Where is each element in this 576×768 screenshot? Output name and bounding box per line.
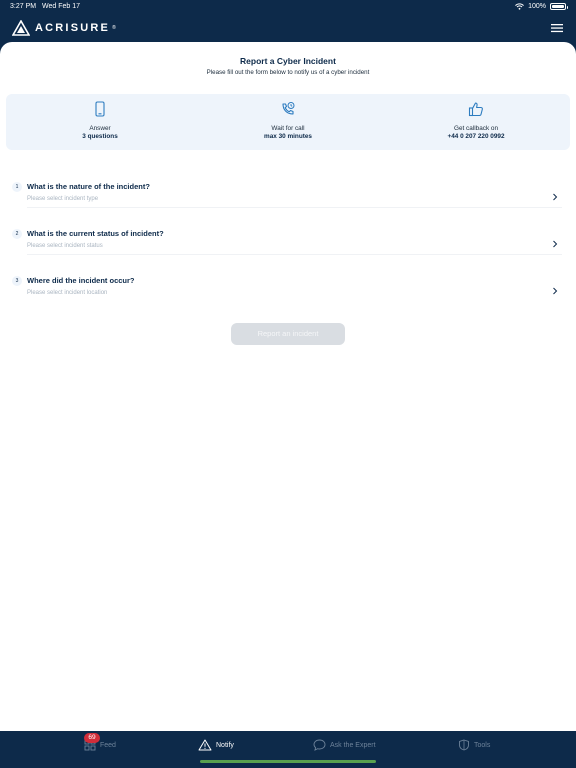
report-form-card: Report a Cyber Incident Please fill out … <box>0 42 576 731</box>
divider <box>27 207 562 208</box>
battery-percent: 100% <box>528 3 546 10</box>
phone-call-icon <box>282 102 295 115</box>
question-title: What is the current status of incident? <box>27 229 164 238</box>
incident-location-select[interactable]: Please select incident location <box>27 290 107 296</box>
tab-notify[interactable]: Notify <box>198 739 234 751</box>
chat-bubble-icon <box>313 739 326 751</box>
logo-mark-icon <box>12 20 30 36</box>
report-incident-button[interactable]: Report an incident <box>231 323 345 345</box>
info-wait-label: Wait for call <box>271 125 305 132</box>
status-date: Wed Feb 17 <box>42 3 81 10</box>
acrisure-logo[interactable]: ACRISURE ® <box>12 20 116 36</box>
info-wait-value: max 30 minutes <box>264 133 312 140</box>
info-wait: Wait for call max 30 minutes <box>194 94 382 150</box>
incident-type-select[interactable]: Please select incident type <box>27 196 98 202</box>
thumbs-up-icon <box>468 102 483 117</box>
question-incident-type[interactable]: 1 What is the nature of the incident? Pl… <box>12 179 562 219</box>
question-title: Where did the incident occur? <box>27 276 135 285</box>
divider <box>27 254 562 255</box>
info-callback: Get callback on +44 0 207 220 0992 <box>382 94 570 150</box>
warning-icon <box>198 739 212 751</box>
info-callback-label: Get callback on <box>453 125 499 132</box>
tab-tools[interactable]: Tools <box>458 739 490 751</box>
process-info-panel: Answer 3 questions Wait for call max 30 … <box>6 94 570 150</box>
status-bar: 3:27 PM Wed Feb 17 100% <box>0 0 576 14</box>
tab-ask-the-expert[interactable]: Ask the Expert <box>313 739 376 751</box>
status-indicators: 100% <box>515 3 568 10</box>
tab-feed-label: Feed <box>100 741 116 749</box>
tab-tools-label: Tools <box>474 741 491 749</box>
battery-icon <box>550 3 568 10</box>
logo-text: ACRISURE <box>35 22 111 34</box>
chevron-right-icon[interactable] <box>551 193 559 201</box>
info-answer-value: 3 questions <box>82 133 118 140</box>
info-answer-label: Answer <box>89 125 111 132</box>
home-indicator <box>200 760 376 763</box>
hamburger-menu-icon[interactable] <box>550 22 564 34</box>
info-callback-phone: +44 0 207 220 0992 <box>447 133 505 140</box>
tab-notify-label: Notify <box>216 741 234 749</box>
notification-badge: 69 <box>84 733 100 743</box>
question-incident-status[interactable]: 2 What is the current status of incident… <box>12 226 562 266</box>
question-number: 2 <box>12 229 22 239</box>
tab-bar: Feed 69 Notify Ask the Expert Tools <box>0 731 576 768</box>
info-answer: Answer 3 questions <box>6 94 194 150</box>
wifi-icon <box>515 3 524 10</box>
page-subtitle: Please fill out the form below to notify… <box>206 69 370 76</box>
app-header: ACRISURE ® <box>0 14 576 42</box>
question-incident-location[interactable]: 3 Where did the incident occur? Please s… <box>12 273 562 313</box>
question-number: 3 <box>12 276 22 286</box>
status-time: 3:27 PM <box>10 3 37 10</box>
phone-icon <box>95 101 105 117</box>
page-title: Report a Cyber Incident <box>240 56 336 66</box>
chevron-right-icon[interactable] <box>551 240 559 248</box>
chevron-right-icon[interactable] <box>551 287 559 295</box>
incident-status-select[interactable]: Please select incident status <box>27 243 103 249</box>
logo-registered-mark: ® <box>112 25 116 31</box>
question-number: 1 <box>12 182 22 192</box>
tab-ask-the-expert-label: Ask the Expert <box>330 741 376 749</box>
question-title: What is the nature of the incident? <box>27 182 150 191</box>
shield-icon <box>459 739 469 751</box>
